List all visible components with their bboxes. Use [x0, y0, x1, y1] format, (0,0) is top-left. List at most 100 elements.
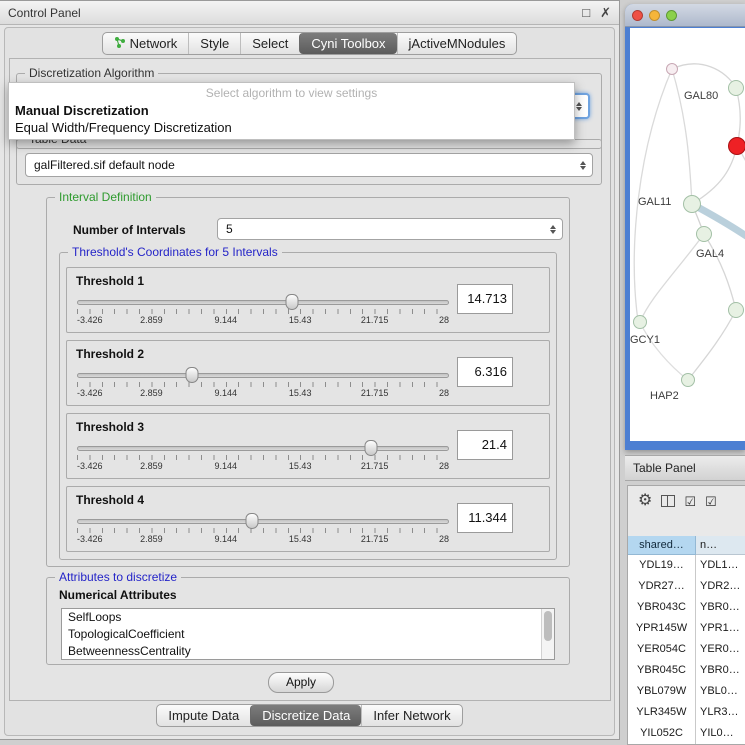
tab-select[interactable]: Select: [240, 33, 299, 54]
threshold-slider[interactable]: -3.426 2.859 9.144 15.43 21.715 28: [77, 440, 449, 476]
threshold-value-field[interactable]: 14.713: [457, 284, 513, 314]
dropdown-option-manual-discretization[interactable]: Manual Discretization: [9, 102, 574, 119]
tab-discretize-data[interactable]: Discretize Data: [250, 705, 361, 726]
network-node[interactable]: [696, 226, 712, 242]
column-header-name[interactable]: n…: [696, 536, 745, 555]
network-edge[interactable]: [672, 64, 736, 88]
table-cell[interactable]: YBR0…: [696, 660, 745, 681]
table-cell[interactable]: YBL0…: [696, 681, 745, 702]
network-node[interactable]: [728, 302, 744, 318]
slider-thumb[interactable]: [285, 294, 298, 310]
network-edge[interactable]: [737, 146, 745, 230]
threshold-slider[interactable]: -3.426 2.859 9.144 15.43 21.715 28: [77, 513, 449, 549]
table-data-combobox[interactable]: galFiltered.sif default node: [25, 153, 593, 177]
list-scrollbar[interactable]: [541, 609, 554, 659]
close-traffic-light-icon[interactable]: [632, 10, 643, 21]
list-item[interactable]: SelfLoops: [62, 609, 554, 626]
close-icon[interactable]: ✗: [600, 6, 611, 20]
table-row[interactable]: YBR043C YBR0…: [628, 597, 745, 618]
control-panel-titlebar[interactable]: Control Panel □ ✗: [0, 1, 619, 25]
threshold-slider[interactable]: -3.426 2.859 9.144 15.43 21.715 28: [77, 367, 449, 403]
table-cell[interactable]: YPR1…: [696, 618, 745, 639]
network-canvas[interactable]: GAL80GAL11GAL4GCY1HAP2: [630, 28, 745, 441]
threshold-slider[interactable]: -3.426 2.859 9.144 15.43 21.715 28: [77, 294, 449, 330]
network-node[interactable]: [666, 63, 678, 75]
table-panel-header[interactable]: Table Panel: [625, 455, 745, 481]
slider-track[interactable]: [77, 300, 449, 305]
table-cell[interactable]: YBR0…: [696, 597, 745, 618]
zoom-traffic-light-icon[interactable]: [666, 10, 677, 21]
algorithm-dropdown-popup: Select algorithm to view settings Manual…: [8, 82, 575, 140]
network-node[interactable]: [683, 195, 701, 213]
tab-style[interactable]: Style: [188, 33, 240, 54]
table-row[interactable]: YDL19… YDL1…: [628, 555, 745, 576]
network-edge[interactable]: [704, 234, 736, 310]
table-data-group: Table Data galFiltered.sif default node: [16, 139, 602, 185]
table-cell[interactable]: YBR043C: [628, 597, 696, 618]
tab-cyni-toolbox[interactable]: Cyni Toolbox: [299, 33, 396, 54]
table-row[interactable]: YER054C YER0…: [628, 639, 745, 660]
list-item[interactable]: TopologicalCoefficient: [62, 626, 554, 643]
tab-jactivemnodules[interactable]: jActiveMNodules: [397, 33, 517, 54]
table-cell[interactable]: YER0…: [696, 639, 745, 660]
table-cell[interactable]: YIL052C: [628, 723, 696, 744]
columns-icon[interactable]: [661, 495, 675, 507]
table-row[interactable]: YDR27… YDR2…: [628, 576, 745, 597]
apply-button[interactable]: Apply: [268, 672, 334, 693]
threshold-value-field[interactable]: 21.4: [457, 430, 513, 460]
combobox-arrows-icon[interactable]: [576, 158, 592, 173]
tab-cyni-toolbox-label: Cyni Toolbox: [311, 36, 385, 51]
table-row[interactable]: YBL079W YBL0…: [628, 681, 745, 702]
scale-tick-label: -3.426: [77, 388, 103, 398]
threshold-value-field[interactable]: 6.316: [457, 357, 513, 387]
checkbox-icon[interactable]: ☑: [684, 495, 696, 508]
network-edge[interactable]: [640, 322, 688, 380]
threshold-value-field[interactable]: 11.344: [457, 503, 513, 533]
network-node[interactable]: [728, 137, 745, 155]
table-cell[interactable]: YER054C: [628, 639, 696, 660]
list-item[interactable]: BetweennessCentrality: [62, 643, 554, 660]
slider-track[interactable]: [77, 446, 449, 451]
network-node[interactable]: [728, 80, 744, 96]
table-row[interactable]: YIL052C YIL0…: [628, 723, 745, 744]
tab-network[interactable]: Network: [103, 33, 189, 54]
minimize-traffic-light-icon[interactable]: [649, 10, 660, 21]
table-cell[interactable]: YBL079W: [628, 681, 696, 702]
gear-icon[interactable]: ⚙: [638, 493, 652, 509]
slider-track[interactable]: [77, 519, 449, 524]
table-row[interactable]: YLR345W YLR3…: [628, 702, 745, 723]
slider-thumb[interactable]: [245, 513, 258, 529]
table-cell[interactable]: YBR045C: [628, 660, 696, 681]
network-edge[interactable]: [692, 146, 737, 204]
table-cell[interactable]: YDL19…: [628, 555, 696, 576]
table-cell[interactable]: YPR145W: [628, 618, 696, 639]
number-of-intervals-combobox[interactable]: 5: [217, 218, 563, 240]
network-edge[interactable]: [688, 310, 736, 380]
table-cell[interactable]: YLR3…: [696, 702, 745, 723]
table-row[interactable]: YBR045C YBR0…: [628, 660, 745, 681]
network-view-window[interactable]: GAL80GAL11GAL4GCY1HAP2: [625, 4, 745, 450]
table-row[interactable]: YPR145W YPR1…: [628, 618, 745, 639]
tab-infer-network[interactable]: Infer Network: [361, 705, 461, 726]
slider-thumb[interactable]: [186, 367, 199, 383]
network-window-titlebar[interactable]: [625, 4, 745, 27]
combobox-arrows-icon[interactable]: [546, 222, 562, 237]
network-node[interactable]: [681, 373, 695, 387]
network-edge[interactable]: [634, 69, 672, 321]
minimize-icon[interactable]: □: [582, 6, 590, 20]
table-cell[interactable]: YDL1…: [696, 555, 745, 576]
network-edge[interactable]: [640, 234, 704, 322]
numerical-attributes-list[interactable]: SelfLoops TopologicalCoefficient Between…: [61, 608, 555, 660]
table-cell[interactable]: YLR345W: [628, 702, 696, 723]
column-header-shared-name[interactable]: shared…: [628, 536, 696, 555]
table-cell[interactable]: YDR27…: [628, 576, 696, 597]
dropdown-option-equal-width-frequency[interactable]: Equal Width/Frequency Discretization: [9, 119, 574, 136]
table-cell[interactable]: YDR2…: [696, 576, 745, 597]
table-cell[interactable]: YIL0…: [696, 723, 745, 744]
slider-track[interactable]: [77, 373, 449, 378]
slider-thumb[interactable]: [364, 440, 377, 456]
network-node[interactable]: [633, 315, 647, 329]
checkbox-icon[interactable]: ☑: [705, 495, 717, 508]
scrollbar-thumb[interactable]: [544, 611, 552, 641]
tab-impute-data[interactable]: Impute Data: [157, 705, 250, 726]
